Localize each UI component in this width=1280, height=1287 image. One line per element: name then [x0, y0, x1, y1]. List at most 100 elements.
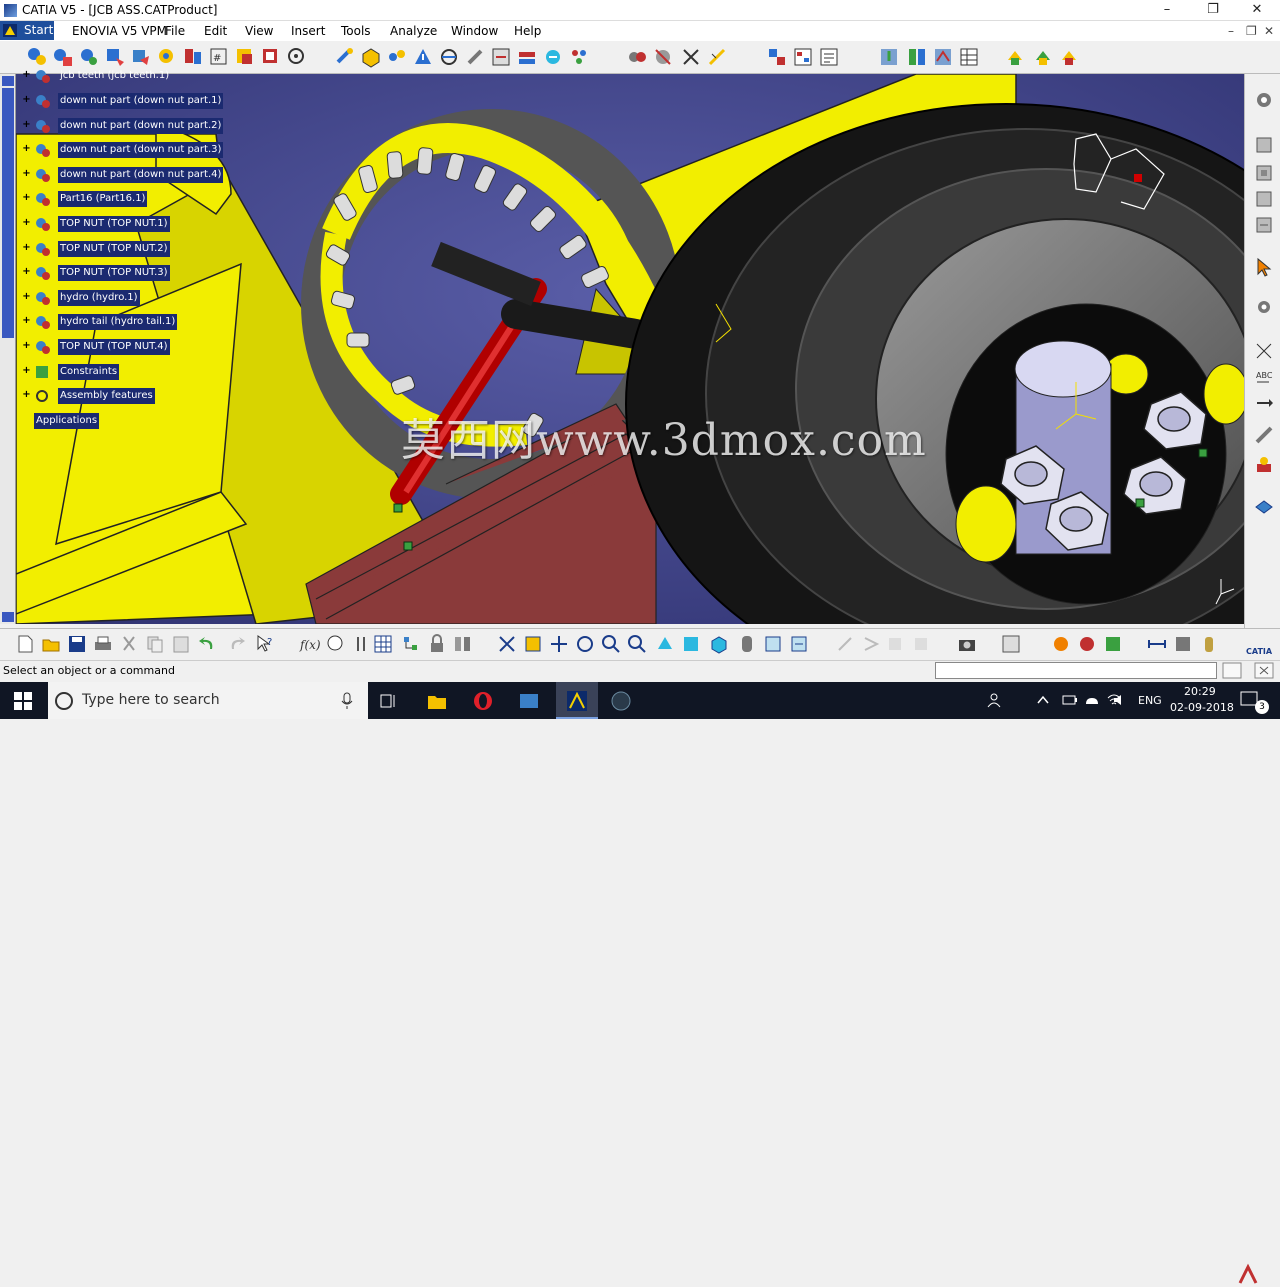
iso-view-icon[interactable]: [680, 633, 702, 655]
fly-mode-icon[interactable]: [496, 633, 518, 655]
text-with-leader-icon[interactable]: ABC: [1253, 366, 1275, 388]
views-icon[interactable]: [708, 633, 730, 655]
knowledge-icon[interactable]: [932, 46, 954, 68]
scene-view-icon[interactable]: [1253, 454, 1275, 476]
tree-expand-icon[interactable]: +: [22, 144, 31, 154]
tree-expand-icon[interactable]: +: [22, 390, 31, 400]
clock-date[interactable]: 02-09-2018: [1170, 701, 1234, 714]
component-icon[interactable]: [1253, 162, 1275, 184]
input-clear-icon[interactable]: [1254, 662, 1274, 679]
whats-this-icon[interactable]: ?: [254, 633, 276, 655]
scroll-thumb[interactable]: [2, 88, 14, 338]
undo-icon[interactable]: [196, 633, 218, 655]
rotate-icon[interactable]: [574, 633, 596, 655]
existing-part-icon[interactable]: [1253, 214, 1275, 236]
insert-part-icon[interactable]: [104, 46, 126, 68]
windows-start-icon[interactable]: [14, 692, 32, 710]
inner-restore-button[interactable]: ❐: [1246, 23, 1257, 39]
bill-of-material-icon[interactable]: [792, 46, 814, 68]
paste-icon[interactable]: [170, 633, 192, 655]
tree-expand-icon[interactable]: +: [22, 316, 31, 326]
menu-start[interactable]: Start: [24, 23, 53, 37]
redo-icon[interactable]: [226, 633, 248, 655]
select-arrow-icon[interactable]: [1253, 256, 1275, 278]
task-view-icon[interactable]: [378, 690, 400, 712]
hierarchy-icon[interactable]: [452, 633, 474, 655]
catia-task-button[interactable]: [556, 682, 598, 719]
sectioning-icon[interactable]: [652, 46, 674, 68]
tree-expand-icon[interactable]: +: [22, 218, 31, 228]
maximize-button[interactable]: ❐: [1190, 0, 1236, 21]
app-circle-icon[interactable]: [610, 690, 632, 712]
tree-expand-icon[interactable]: +: [22, 193, 31, 203]
battery-icon[interactable]: [1062, 693, 1078, 707]
cut-icon[interactable]: [118, 633, 140, 655]
input-toggle-icon[interactable]: [1222, 662, 1242, 679]
update-icon[interactable]: [1004, 46, 1026, 68]
up-chevron-icon[interactable]: [1036, 693, 1050, 707]
save-icon[interactable]: [66, 633, 88, 655]
tree-expand-icon[interactable]: +: [22, 120, 31, 130]
stop-manip-on-clash-icon[interactable]: [412, 46, 434, 68]
offset-constraint-icon[interactable]: [490, 46, 512, 68]
menu-help[interactable]: Help: [514, 23, 541, 39]
tree-expand-icon[interactable]: [400, 633, 422, 655]
formula-table-icon[interactable]: [958, 46, 980, 68]
product-structure-icon[interactable]: [26, 46, 48, 68]
tree-expand-icon[interactable]: +: [22, 243, 31, 253]
scroll-up-arrow[interactable]: [2, 76, 14, 86]
flag-note-icon[interactable]: [1253, 392, 1275, 414]
update-all-icon[interactable]: [1032, 46, 1054, 68]
language-indicator[interactable]: ENG: [1138, 694, 1162, 707]
fix-together-icon[interactable]: [568, 46, 590, 68]
people-icon[interactable]: [986, 692, 1002, 708]
tree-expand-icon[interactable]: +: [22, 267, 31, 277]
clock-time[interactable]: 20:29: [1184, 685, 1216, 698]
photos-app-icon[interactable]: [518, 690, 540, 712]
snap-icon[interactable]: [360, 46, 382, 68]
menu-edit[interactable]: Edit: [204, 23, 227, 39]
tree-expand-icon[interactable]: +: [22, 366, 31, 376]
power-input-field[interactable]: [935, 662, 1217, 679]
manipulation-icon[interactable]: [334, 46, 356, 68]
zoom-in-icon[interactable]: [600, 633, 622, 655]
dimension-icon[interactable]: [1146, 633, 1168, 655]
insert-component-icon[interactable]: [52, 46, 74, 68]
swap-space-icon[interactable]: [788, 633, 810, 655]
microphone-icon[interactable]: [340, 692, 354, 710]
new-document-icon[interactable]: [14, 633, 36, 655]
menu-insert[interactable]: Insert: [291, 23, 325, 39]
product-icon[interactable]: [1253, 134, 1275, 156]
scroll-down-arrow[interactable]: [2, 612, 14, 622]
coincidence-constraint-icon[interactable]: [438, 46, 460, 68]
generate-numbering-icon[interactable]: #: [208, 46, 230, 68]
fix-component-icon[interactable]: [542, 46, 564, 68]
angle-constraint-icon[interactable]: [516, 46, 538, 68]
existing-component-icon[interactable]: [130, 46, 152, 68]
rendering-icon[interactable]: [1076, 633, 1098, 655]
tree-scrollbar[interactable]: [0, 74, 16, 624]
graph-tree-reordering-icon[interactable]: [182, 46, 204, 68]
text-annotation-icon[interactable]: [1253, 340, 1275, 362]
multi-instantiation-icon[interactable]: [286, 46, 308, 68]
material-icon[interactable]: [1050, 633, 1072, 655]
opera-browser-icon[interactable]: [472, 690, 494, 712]
onedrive-icon[interactable]: [1084, 693, 1100, 707]
lock-icon[interactable]: [426, 633, 448, 655]
insert-product-icon[interactable]: [78, 46, 100, 68]
fit-all-icon[interactable]: [522, 633, 544, 655]
measure-icon[interactable]: [706, 46, 728, 68]
minimize-button[interactable]: –: [1144, 0, 1190, 21]
inner-minimize-button[interactable]: –: [1228, 23, 1234, 39]
zoom-out-icon[interactable]: [626, 633, 648, 655]
tree-expand-icon[interactable]: +: [22, 292, 31, 302]
tree-expand-icon[interactable]: +: [22, 341, 31, 351]
catalog-icon[interactable]: [1000, 633, 1022, 655]
menu-file[interactable]: File: [165, 23, 185, 39]
menu-enovia[interactable]: ENOVIA V5 VPM: [72, 23, 167, 39]
table-icon[interactable]: [372, 633, 394, 655]
clash-analysis-icon[interactable]: [626, 46, 648, 68]
gear-assembly-icon[interactable]: [1253, 89, 1275, 111]
menu-analyze[interactable]: Analyze: [390, 23, 437, 39]
save-management-icon[interactable]: [878, 46, 900, 68]
